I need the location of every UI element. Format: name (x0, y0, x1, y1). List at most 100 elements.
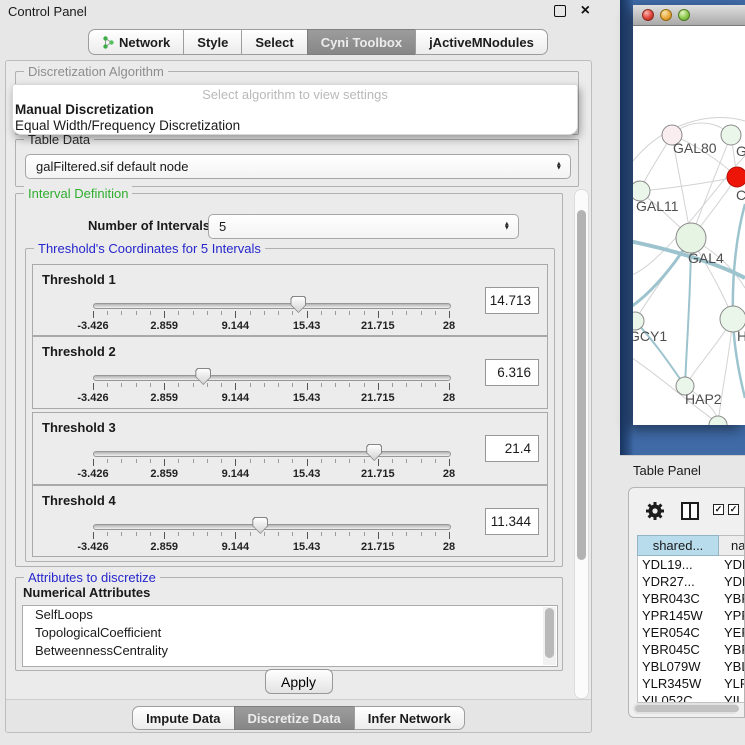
cell-shared-name: YDR27... (638, 574, 720, 589)
table-data-combobox[interactable]: galFiltered.sif default node ▲▼ (25, 154, 571, 179)
zoom-traffic-light-icon[interactable] (678, 9, 690, 21)
float-window-icon[interactable] (554, 5, 566, 17)
tick-label: 15.43 (293, 541, 321, 553)
split-table-icon[interactable] (681, 502, 699, 520)
threshold-slider-track[interactable] (93, 524, 451, 530)
table-scrollbar-thumb[interactable] (635, 705, 739, 712)
table-row[interactable]: YER054CYER0 (638, 624, 745, 641)
tick-label: 15.43 (293, 320, 321, 332)
table-row[interactable]: YBR045CYBR0 (638, 641, 745, 658)
tab-cyni-toolbox[interactable]: Cyni Toolbox (307, 29, 416, 55)
algorithm-option-manual-discretization[interactable]: Manual Discretization (13, 102, 577, 118)
table-row[interactable]: YIL052CYIL0 (638, 692, 745, 703)
slider-ticks (93, 459, 449, 467)
algorithm-option-equal-width-frequency-discretization[interactable]: Equal Width/Frequency Discretization (13, 118, 577, 134)
threshold-value-field[interactable]: 11.344 (485, 508, 539, 535)
tab-infer-network[interactable]: Infer Network (354, 706, 465, 730)
tab-style[interactable]: Style (183, 29, 242, 55)
table-row[interactable]: YBR043CYBR0 (638, 590, 745, 607)
apply-button[interactable]: Apply (265, 669, 333, 694)
tab-label: Network (119, 35, 170, 50)
spinner-icon: ▲▼ (556, 162, 562, 171)
slider-tick-labels: -3.4262.8599.14415.4321.71528 (93, 541, 449, 553)
table-row[interactable]: YBL079WYBL0 (638, 658, 745, 675)
minimize-traffic-light-icon[interactable] (660, 9, 672, 21)
tab-impute-data[interactable]: Impute Data (132, 706, 234, 730)
tick-label: 21.715 (361, 320, 395, 332)
threshold-value-field[interactable]: 21.4 (485, 435, 539, 462)
tab-label: Style (197, 35, 228, 50)
panel-scrollbar[interactable] (574, 189, 589, 699)
cell-name: YBL0 (720, 659, 745, 674)
tab-select[interactable]: Select (241, 29, 307, 55)
threshold-slider-track[interactable] (93, 375, 451, 381)
cell-name: YDL1 (720, 557, 745, 572)
list-item-selfloops[interactable]: SelfLoops (23, 606, 557, 624)
column-header-name[interactable]: na (719, 535, 745, 556)
slider-ticks (93, 383, 449, 391)
threshold-panel-4: Threshold 4-3.4262.8599.14415.4321.71528… (32, 485, 548, 557)
list-item-topologicalcoefficient[interactable]: TopologicalCoefficient (23, 624, 557, 642)
node-label: GAL80 (673, 140, 717, 156)
tick-label: -3.426 (77, 468, 108, 480)
network-node-gal4[interactable] (676, 223, 706, 253)
network-node[interactable] (727, 167, 745, 187)
network-canvas[interactable]: GAL80GAGAL11GAL4GCY1HHAP2C (633, 26, 745, 425)
tick-label: 28 (443, 468, 455, 480)
threshold-slider-track[interactable] (93, 451, 451, 457)
number-of-intervals-label: Number of Intervals (88, 218, 210, 233)
number-of-intervals-combobox[interactable]: 5 ▲▼ (208, 214, 519, 239)
list-item-betweennesscentrality[interactable]: BetweennessCentrality (23, 642, 557, 660)
cell-shared-name: YPR145W (638, 608, 720, 623)
slider-tick-labels: -3.4262.8599.14415.4321.71528 (93, 392, 449, 404)
tab-jactivemnodules[interactable]: jActiveMNodules (415, 29, 548, 55)
network-node[interactable] (709, 416, 727, 425)
group-title-interval-definition: Interval Definition (24, 186, 132, 201)
list-scrollbar[interactable] (543, 607, 556, 665)
network-view-window[interactable]: GAL80GAGAL11GAL4GCY1HHAP2C (633, 5, 745, 425)
threshold-value-field[interactable]: 6.316 (485, 359, 539, 386)
network-node-ga[interactable] (721, 125, 741, 145)
column-header-shared[interactable]: shared... (637, 535, 719, 556)
close-traffic-light-icon[interactable] (642, 9, 654, 21)
cell-name: YLR3 (720, 676, 745, 691)
tick-label: -3.426 (77, 392, 108, 404)
node-label: HAP2 (685, 391, 722, 407)
tab-discretize-data[interactable]: Discretize Data (234, 706, 355, 730)
numerical-attributes-list[interactable]: SelfLoopsTopologicalCoefficientBetweenne… (22, 605, 558, 667)
table-row[interactable]: YLR345WYLR3 (638, 675, 745, 692)
threshold-slider-track[interactable] (93, 303, 451, 309)
numerical-attributes-label: Numerical Attributes (23, 585, 150, 600)
list-scrollbar-thumb[interactable] (545, 608, 554, 658)
threshold-label: Threshold 1 (42, 272, 116, 287)
checkbox-icon[interactable]: ✓ (728, 504, 739, 515)
node-label: GAL4 (688, 250, 724, 266)
checkbox-icon[interactable]: ✓ (713, 504, 724, 515)
tab-network[interactable]: Network (88, 29, 184, 55)
table-body: YDL19...YDL1YDR27...YDR2YBR043CYBR0YPR14… (637, 556, 745, 703)
slider-tick-labels: -3.4262.8599.14415.4321.71528 (93, 468, 449, 480)
table-data-group: Table Data galFiltered.sif default node … (15, 139, 579, 187)
gear-icon[interactable] (644, 500, 666, 527)
cell-name: YPR1 (720, 608, 745, 623)
tick-label: 9.144 (222, 468, 250, 480)
threshold-value-field[interactable]: 14.713 (485, 287, 539, 314)
tick-label: 2.859 (150, 392, 178, 404)
app-root: { "panel": { "title": "Control Panel" },… (0, 0, 745, 745)
network-window-titlebar (633, 5, 745, 26)
table-row[interactable]: YDL19...YDL1 (638, 556, 745, 573)
spinner-icon: ▲▼ (504, 222, 510, 231)
table-header-row: shared... na (637, 535, 745, 556)
table-horizontal-scrollbar[interactable] (633, 703, 738, 714)
tab-label: Impute Data (146, 711, 220, 726)
table-panel-header: Table Panel (620, 455, 745, 485)
attributes-group: Attributes to discretize Numerical Attri… (15, 577, 563, 671)
top-tab-bar: Network Style SelectCyni ToolboxjActiveMNo… (88, 29, 548, 55)
close-icon[interactable]: × (581, 5, 590, 17)
algorithm-dropdown-popup: Select algorithm to view settings Manual… (12, 84, 578, 135)
table-row[interactable]: YDR27...YDR2 (638, 573, 745, 590)
cell-shared-name: YBR045C (638, 642, 720, 657)
network-desktop-background: GAL80GAGAL11GAL4GCY1HHAP2C (620, 0, 745, 455)
panel-scrollbar-thumb[interactable] (577, 210, 586, 560)
table-row[interactable]: YPR145WYPR1 (638, 607, 745, 624)
